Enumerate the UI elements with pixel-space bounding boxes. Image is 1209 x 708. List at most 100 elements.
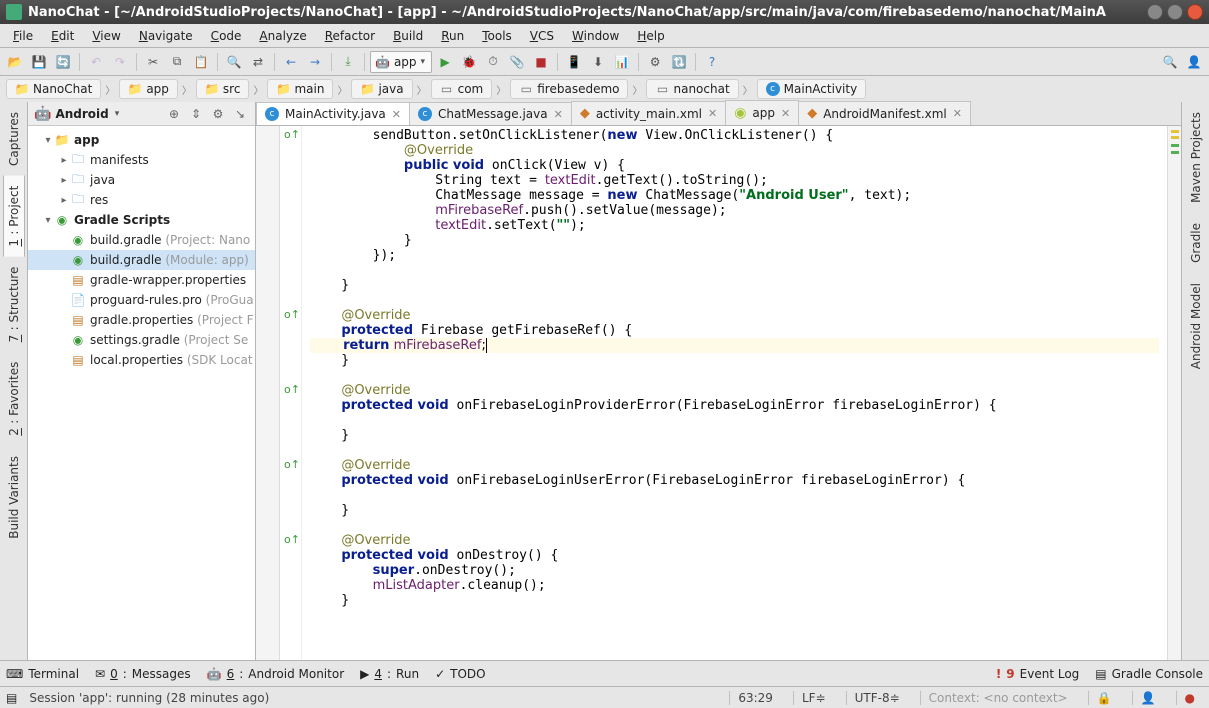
forward-icon[interactable]: →	[304, 51, 326, 73]
avd-icon[interactable]: 📱	[563, 51, 585, 73]
expand-icon[interactable]: ▾	[42, 215, 54, 226]
sync-icon[interactable]: 🔄	[52, 51, 74, 73]
editor-icon-gutter[interactable]: o↑ o↑ o↑ o↑ o↑	[280, 126, 302, 660]
tool-window-terminal[interactable]: ⌨Terminal	[6, 667, 79, 681]
expand-icon[interactable]: ▸	[58, 175, 70, 186]
breadcrumb-com[interactable]: ▭com	[431, 79, 493, 99]
tool-window-captures[interactable]: Captures	[4, 102, 24, 176]
menu-help[interactable]: Help	[628, 27, 673, 45]
editor-tab[interactable]: ◉app✕	[725, 100, 799, 125]
line-separator[interactable]: LF≑	[793, 691, 834, 705]
collapse-all-icon[interactable]: ⇕	[187, 105, 205, 123]
file-encoding[interactable]: UTF-8≑	[846, 691, 908, 705]
cursor-position[interactable]: 63:29	[729, 691, 781, 705]
override-marker-icon[interactable]: o↑	[284, 383, 300, 396]
editor-gutter[interactable]	[256, 126, 280, 660]
project-view-selector[interactable]: Android	[55, 107, 108, 121]
stop-icon[interactable]: ■	[530, 51, 552, 73]
tree-node[interactable]: ◉build.gradle (Project: Nano	[28, 230, 255, 250]
expand-icon[interactable]: ▸	[58, 155, 70, 166]
monitor-icon[interactable]: 📊	[611, 51, 633, 73]
tool-window-android-monitor[interactable]: 🤖6: Android Monitor	[207, 667, 344, 681]
tree-node[interactable]: ▾◉Gradle Scripts	[28, 210, 255, 230]
scroll-from-source-icon[interactable]: ⊕	[165, 105, 183, 123]
menu-navigate[interactable]: Navigate	[130, 27, 202, 45]
tool-window-gradle-console[interactable]: ▤Gradle Console	[1095, 667, 1203, 681]
lock-icon[interactable]: 🔒	[1088, 691, 1120, 705]
debug-icon[interactable]: 🐞	[458, 51, 480, 73]
override-marker-icon[interactable]: o↑	[284, 308, 300, 321]
breadcrumb-firebasedemo[interactable]: ▭firebasedemo	[510, 79, 628, 99]
tool-window-project[interactable]: 1: Project	[3, 176, 25, 257]
close-tab-icon[interactable]: ✕	[953, 107, 962, 120]
expand-icon[interactable]: ▾	[42, 135, 54, 146]
menu-run[interactable]: Run	[432, 27, 473, 45]
override-marker-icon[interactable]: o↑	[284, 128, 300, 141]
menu-build[interactable]: Build	[384, 27, 432, 45]
menu-code[interactable]: Code	[202, 27, 251, 45]
code-editor[interactable]: sendButton.setOnClickListener(new View.O…	[302, 126, 1167, 660]
settings-icon[interactable]: ⚙	[209, 105, 227, 123]
tree-node[interactable]: ▸🗀res	[28, 190, 255, 210]
tool-window-structure[interactable]: 7: Structure	[4, 257, 24, 352]
sync-gradle-icon[interactable]: 🔃	[668, 51, 690, 73]
sdk-icon[interactable]: ⬇	[587, 51, 609, 73]
override-marker-icon[interactable]: o↑	[284, 533, 300, 546]
back-icon[interactable]: ←	[280, 51, 302, 73]
tree-node[interactable]: ▤local.properties (SDK Locat	[28, 350, 255, 370]
help-icon[interactable]: ?	[701, 51, 723, 73]
attach-icon[interactable]: 📎	[506, 51, 528, 73]
paste-icon[interactable]: 📋	[190, 51, 212, 73]
make-icon[interactable]: ⤓	[337, 51, 359, 73]
hide-icon[interactable]: ↘	[231, 105, 249, 123]
redo-icon[interactable]: ↷	[109, 51, 131, 73]
menu-analyze[interactable]: Analyze	[250, 27, 315, 45]
tool-window-run[interactable]: ▶4: Run	[360, 667, 419, 681]
tree-node[interactable]: ▤gradle-wrapper.properties	[28, 270, 255, 290]
breadcrumb-main[interactable]: 📁main	[267, 79, 333, 99]
close-tab-icon[interactable]: ✕	[708, 107, 717, 120]
breadcrumb-java[interactable]: 📁java	[351, 79, 412, 99]
tool-window-messages[interactable]: ✉0: Messages	[95, 667, 191, 681]
breadcrumb-src[interactable]: 📁src	[196, 79, 250, 99]
profile-icon[interactable]: ⏱	[482, 51, 504, 73]
run-icon[interactable]: ▶	[434, 51, 456, 73]
cut-icon[interactable]: ✂	[142, 51, 164, 73]
close-tab-icon[interactable]: ✕	[781, 107, 790, 120]
run-configuration-combo[interactable]: 🤖 app ▾	[370, 51, 432, 73]
open-icon[interactable]: 📂	[4, 51, 26, 73]
overview-ruler[interactable]	[1167, 126, 1181, 660]
tool-window-event-log[interactable]: !9 Event Log	[996, 667, 1079, 681]
menu-edit[interactable]: Edit	[42, 27, 83, 45]
tool-window-gradle[interactable]: Gradle	[1186, 213, 1206, 273]
status-icon[interactable]: ▤	[6, 691, 17, 705]
override-marker-icon[interactable]: o↑	[284, 458, 300, 471]
tree-node[interactable]: ▤gradle.properties (Project F	[28, 310, 255, 330]
tree-node[interactable]: ◉settings.gradle (Project Se	[28, 330, 255, 350]
minimize-button[interactable]	[1147, 4, 1163, 20]
editor-tab[interactable]: ◆AndroidManifest.xml✕	[798, 101, 971, 125]
tool-window-favorites[interactable]: 2: Favorites	[4, 352, 24, 446]
menu-file[interactable]: File	[4, 27, 42, 45]
editor-tab[interactable]: ◆activity_main.xml✕	[571, 101, 726, 125]
breadcrumb-nanochat[interactable]: ▭nanochat	[646, 79, 738, 99]
tool-window-todo[interactable]: ✓TODO	[435, 667, 486, 681]
undo-icon[interactable]: ↶	[85, 51, 107, 73]
tool-window-build-variants[interactable]: Build Variants	[4, 446, 24, 549]
menu-vcs[interactable]: VCS	[521, 27, 563, 45]
tree-node[interactable]: ▸🗀manifests	[28, 150, 255, 170]
close-tab-icon[interactable]: ✕	[392, 108, 401, 121]
tree-node[interactable]: ▸🗀java	[28, 170, 255, 190]
expand-icon[interactable]: ▸	[58, 195, 70, 206]
menu-view[interactable]: View	[83, 27, 129, 45]
tree-node[interactable]: ◉build.gradle (Module: app)	[28, 250, 255, 270]
find-icon[interactable]: 🔍	[223, 51, 245, 73]
menu-tools[interactable]: Tools	[473, 27, 521, 45]
copy-icon[interactable]: ⧉	[166, 51, 188, 73]
tool-window-maven-projects[interactable]: Maven Projects	[1186, 102, 1206, 213]
user-icon[interactable]: 👤	[1183, 51, 1205, 73]
editor-tab[interactable]: cChatMessage.java✕	[409, 102, 572, 125]
replace-icon[interactable]: ⇄	[247, 51, 269, 73]
error-indicator-icon[interactable]: ●	[1176, 691, 1203, 705]
breadcrumb-app[interactable]: 📁app	[119, 79, 178, 99]
